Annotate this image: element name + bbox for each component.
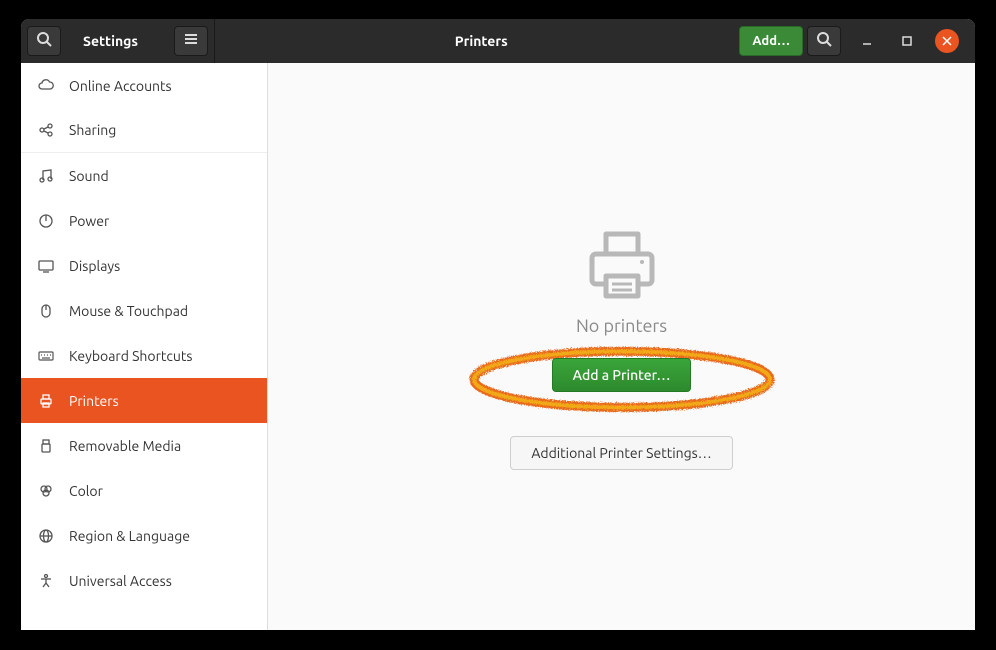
app-title: Settings — [73, 33, 168, 49]
sidebar-item-label: Mouse & Touchpad — [69, 303, 188, 319]
sidebar-item-label: Printers — [69, 393, 119, 409]
sidebar-item-sharing[interactable]: Sharing — [21, 108, 267, 153]
hamburger-icon — [183, 31, 199, 51]
sidebar-item-label: Sharing — [69, 122, 116, 138]
keyboard-icon — [37, 347, 55, 365]
add-printer-highlight-wrap: Add a Printer… — [552, 358, 692, 436]
power-icon — [37, 212, 55, 230]
content-pane: No printers Add a Printer… Additional Pr… — [268, 63, 975, 630]
sidebar-item-label: Displays — [69, 258, 120, 274]
search-icon — [36, 31, 52, 51]
sidebar-item-label: Online Accounts — [69, 78, 172, 94]
window-close-button[interactable] — [935, 29, 959, 53]
sidebar-item-label: Color — [69, 483, 103, 499]
share-icon — [37, 121, 55, 139]
window-body: Online Accounts Sharing Sound Power — [21, 63, 975, 630]
sidebar-search-button[interactable] — [27, 26, 61, 56]
add-printer-button[interactable]: Add a Printer… — [552, 358, 692, 392]
sidebar-item-sound[interactable]: Sound — [21, 153, 267, 198]
display-icon — [37, 257, 55, 275]
additional-printer-settings-button[interactable]: Additional Printer Settings… — [510, 436, 732, 470]
sidebar-item-region-language[interactable]: Region & Language — [21, 513, 267, 558]
no-printers-text: No printers — [576, 316, 667, 336]
sidebar-item-label: Sound — [69, 168, 109, 184]
add-button[interactable]: Add… — [739, 26, 803, 56]
sidebar-item-universal-access[interactable]: Universal Access — [21, 558, 267, 603]
sidebar-item-power[interactable]: Power — [21, 198, 267, 243]
sidebar-item-label: Universal Access — [69, 573, 172, 589]
sidebar-item-label: Keyboard Shortcuts — [69, 348, 192, 364]
page-title: Printers — [455, 33, 508, 49]
sidebar-item-mouse-touchpad[interactable]: Mouse & Touchpad — [21, 288, 267, 333]
mouse-icon — [37, 302, 55, 320]
header-bar: Settings Printers Add… — [21, 19, 975, 63]
sidebar-item-keyboard-shortcuts[interactable]: Keyboard Shortcuts — [21, 333, 267, 378]
printer-large-icon — [582, 224, 662, 308]
sidebar-item-printers[interactable]: Printers — [21, 378, 267, 423]
minimize-icon — [862, 32, 872, 50]
printer-icon — [37, 392, 55, 410]
sidebar-item-online-accounts[interactable]: Online Accounts — [21, 63, 267, 108]
sidebar-item-displays[interactable]: Displays — [21, 243, 267, 288]
search-icon — [816, 31, 832, 51]
window-maximize-button[interactable] — [895, 29, 919, 53]
sidebar-item-removable-media[interactable]: Removable Media — [21, 423, 267, 468]
cloud-icon — [37, 77, 55, 95]
window-minimize-button[interactable] — [855, 29, 879, 53]
sidebar-item-color[interactable]: Color — [21, 468, 267, 513]
color-icon — [37, 482, 55, 500]
maximize-icon — [902, 32, 912, 50]
settings-window: Settings Printers Add… — [21, 19, 975, 630]
sidebar-item-label: Region & Language — [69, 528, 190, 544]
content-header: Printers Add… — [215, 26, 975, 56]
close-icon — [942, 32, 952, 50]
hamburger-menu-button[interactable] — [174, 26, 208, 56]
sidebar: Online Accounts Sharing Sound Power — [21, 63, 268, 630]
accessibility-icon — [37, 572, 55, 590]
globe-icon — [37, 527, 55, 545]
usb-icon — [37, 437, 55, 455]
music-icon — [37, 167, 55, 185]
sidebar-item-label: Removable Media — [69, 438, 181, 454]
content-search-button[interactable] — [807, 26, 841, 56]
sidebar-item-label: Power — [69, 213, 109, 229]
